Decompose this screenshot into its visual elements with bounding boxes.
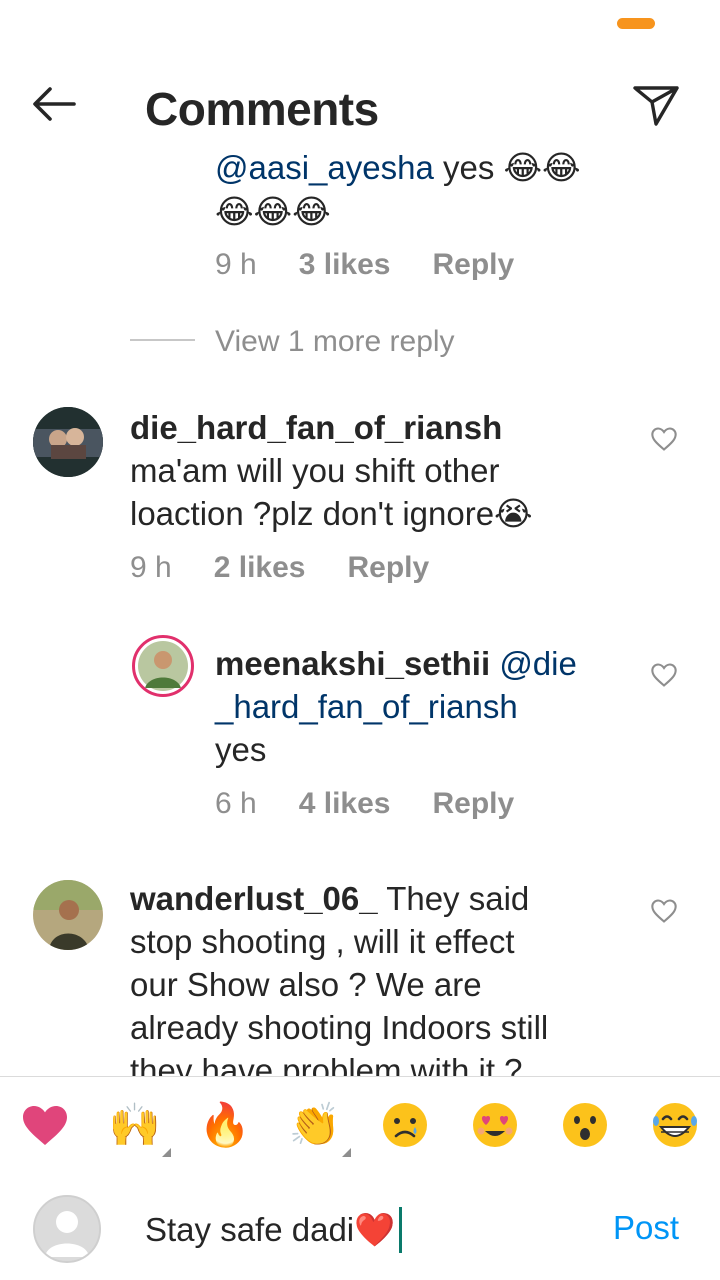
heart-outline-icon	[651, 899, 677, 923]
page-title: Comments	[145, 83, 379, 135]
timestamp: 9 h	[215, 248, 257, 281]
back-button[interactable]	[28, 82, 84, 126]
comment-text: yes	[215, 731, 267, 768]
heart-outline-icon	[651, 663, 677, 687]
reply-button[interactable]: Reply	[432, 787, 514, 821]
likes-count[interactable]: 3 likes	[299, 248, 391, 282]
variant-indicator	[162, 1148, 171, 1157]
comment-input-value: Stay safe dadi❤️	[145, 1210, 396, 1248]
heart-icon	[23, 1106, 67, 1145]
text-cursor	[399, 1207, 403, 1253]
avatar[interactable]	[33, 407, 103, 477]
reply-text-line: 😂😂😂	[215, 193, 331, 230]
avatar-photo-icon	[33, 407, 103, 477]
avatar-photo-icon	[138, 641, 188, 691]
comment-composer: Stay safe dadi❤️ Post	[0, 1173, 720, 1280]
sad-face-icon	[383, 1103, 427, 1147]
back-arrow-icon	[33, 87, 76, 121]
emoji-surprised-button[interactable]	[559, 1099, 611, 1151]
share-button[interactable]	[630, 80, 682, 130]
fire-icon: 🔥	[198, 1100, 252, 1148]
post-button[interactable]: Post	[613, 1209, 679, 1247]
emoji-sad-button[interactable]	[379, 1099, 431, 1151]
mention-link[interactable]: @aasi_ayesha	[215, 150, 434, 186]
comment-username[interactable]: die_hard_fan_of_riansh	[130, 406, 502, 449]
comment-text: They said	[377, 880, 530, 917]
surprised-face-icon	[563, 1103, 607, 1147]
username[interactable]: die_hard_fan_of_riansh	[130, 409, 502, 446]
like-button[interactable]	[650, 425, 678, 453]
avatar	[33, 1195, 101, 1263]
heart-eyes-icon	[473, 1103, 517, 1147]
reply-text-body: yes 😂😂	[433, 150, 581, 186]
comment-input[interactable]: Stay safe dadi❤️	[145, 1207, 403, 1253]
view-more-replies[interactable]: View 1 more reply	[215, 325, 455, 359]
comments-list[interactable]: @aasi_ayesha yes 😂😂 😂😂😂 9 h 3 likes Repl…	[0, 150, 720, 1076]
comment-text: our Show also ? We are	[130, 966, 482, 1003]
timestamp: 9 h	[130, 551, 172, 584]
reply-button[interactable]: Reply	[347, 551, 429, 585]
like-button[interactable]	[650, 661, 678, 689]
reply-text: @aasi_ayesha yes 😂😂	[215, 150, 581, 189]
emoji-heart-button[interactable]	[19, 1099, 71, 1151]
emoji-fire-button[interactable]: 🔥	[199, 1099, 251, 1151]
timestamp: 6 h	[215, 787, 257, 820]
comment-meta: 9 h 2 likes Reply	[130, 551, 429, 585]
emoji-raised-hands-button[interactable]: 🙌	[108, 1099, 171, 1157]
header: Comments	[0, 60, 720, 150]
avatar-photo-icon	[33, 880, 103, 950]
default-avatar-icon	[35, 1197, 99, 1261]
emoji-laugh-button[interactable]	[649, 1099, 701, 1151]
username[interactable]: wanderlust_06_	[130, 880, 378, 917]
avatar[interactable]	[132, 635, 194, 697]
likes-count[interactable]: 4 likes	[299, 787, 391, 821]
laughing-face-icon	[653, 1103, 697, 1147]
variant-indicator	[342, 1148, 351, 1157]
comment-meta: 9 h 3 likes Reply	[215, 248, 514, 282]
avatar[interactable]	[33, 880, 103, 950]
emoji-heart-eyes-button[interactable]	[469, 1099, 521, 1151]
raised-hands-icon: 🙌	[108, 1100, 162, 1148]
clapping-hands-icon: 👏	[288, 1100, 342, 1148]
comment-text: stop shooting , will it effect	[130, 923, 515, 960]
comment-text: already shooting Indoors still	[130, 1009, 549, 1046]
comment-text: loaction ?plz don't ignore😭	[130, 495, 533, 532]
reply-button[interactable]: Reply	[432, 248, 514, 282]
status-indicator	[617, 18, 655, 29]
likes-count[interactable]: 2 likes	[214, 551, 306, 585]
comment-meta: 6 h 4 likes Reply	[215, 787, 514, 821]
comment-header: meenakshi_sethii @die	[215, 642, 577, 685]
emoji-clap-button[interactable]: 👏	[288, 1099, 351, 1157]
comment-header: wanderlust_06_ They said	[130, 877, 529, 920]
username[interactable]: meenakshi_sethii	[215, 645, 490, 682]
comment-text: ma'am will you shift other	[130, 452, 500, 489]
divider-line	[130, 339, 195, 341]
heart-outline-icon	[651, 427, 677, 451]
paper-plane-icon	[633, 86, 679, 126]
emoji-quick-bar: 🙌 🔥 👏	[0, 1076, 720, 1174]
mention-link[interactable]: _hard_fan_of_riansh	[215, 685, 518, 728]
comment-text: they have problem with it ?	[130, 1052, 523, 1076]
mention-link[interactable]: @die	[499, 645, 577, 682]
like-button[interactable]	[650, 897, 678, 925]
